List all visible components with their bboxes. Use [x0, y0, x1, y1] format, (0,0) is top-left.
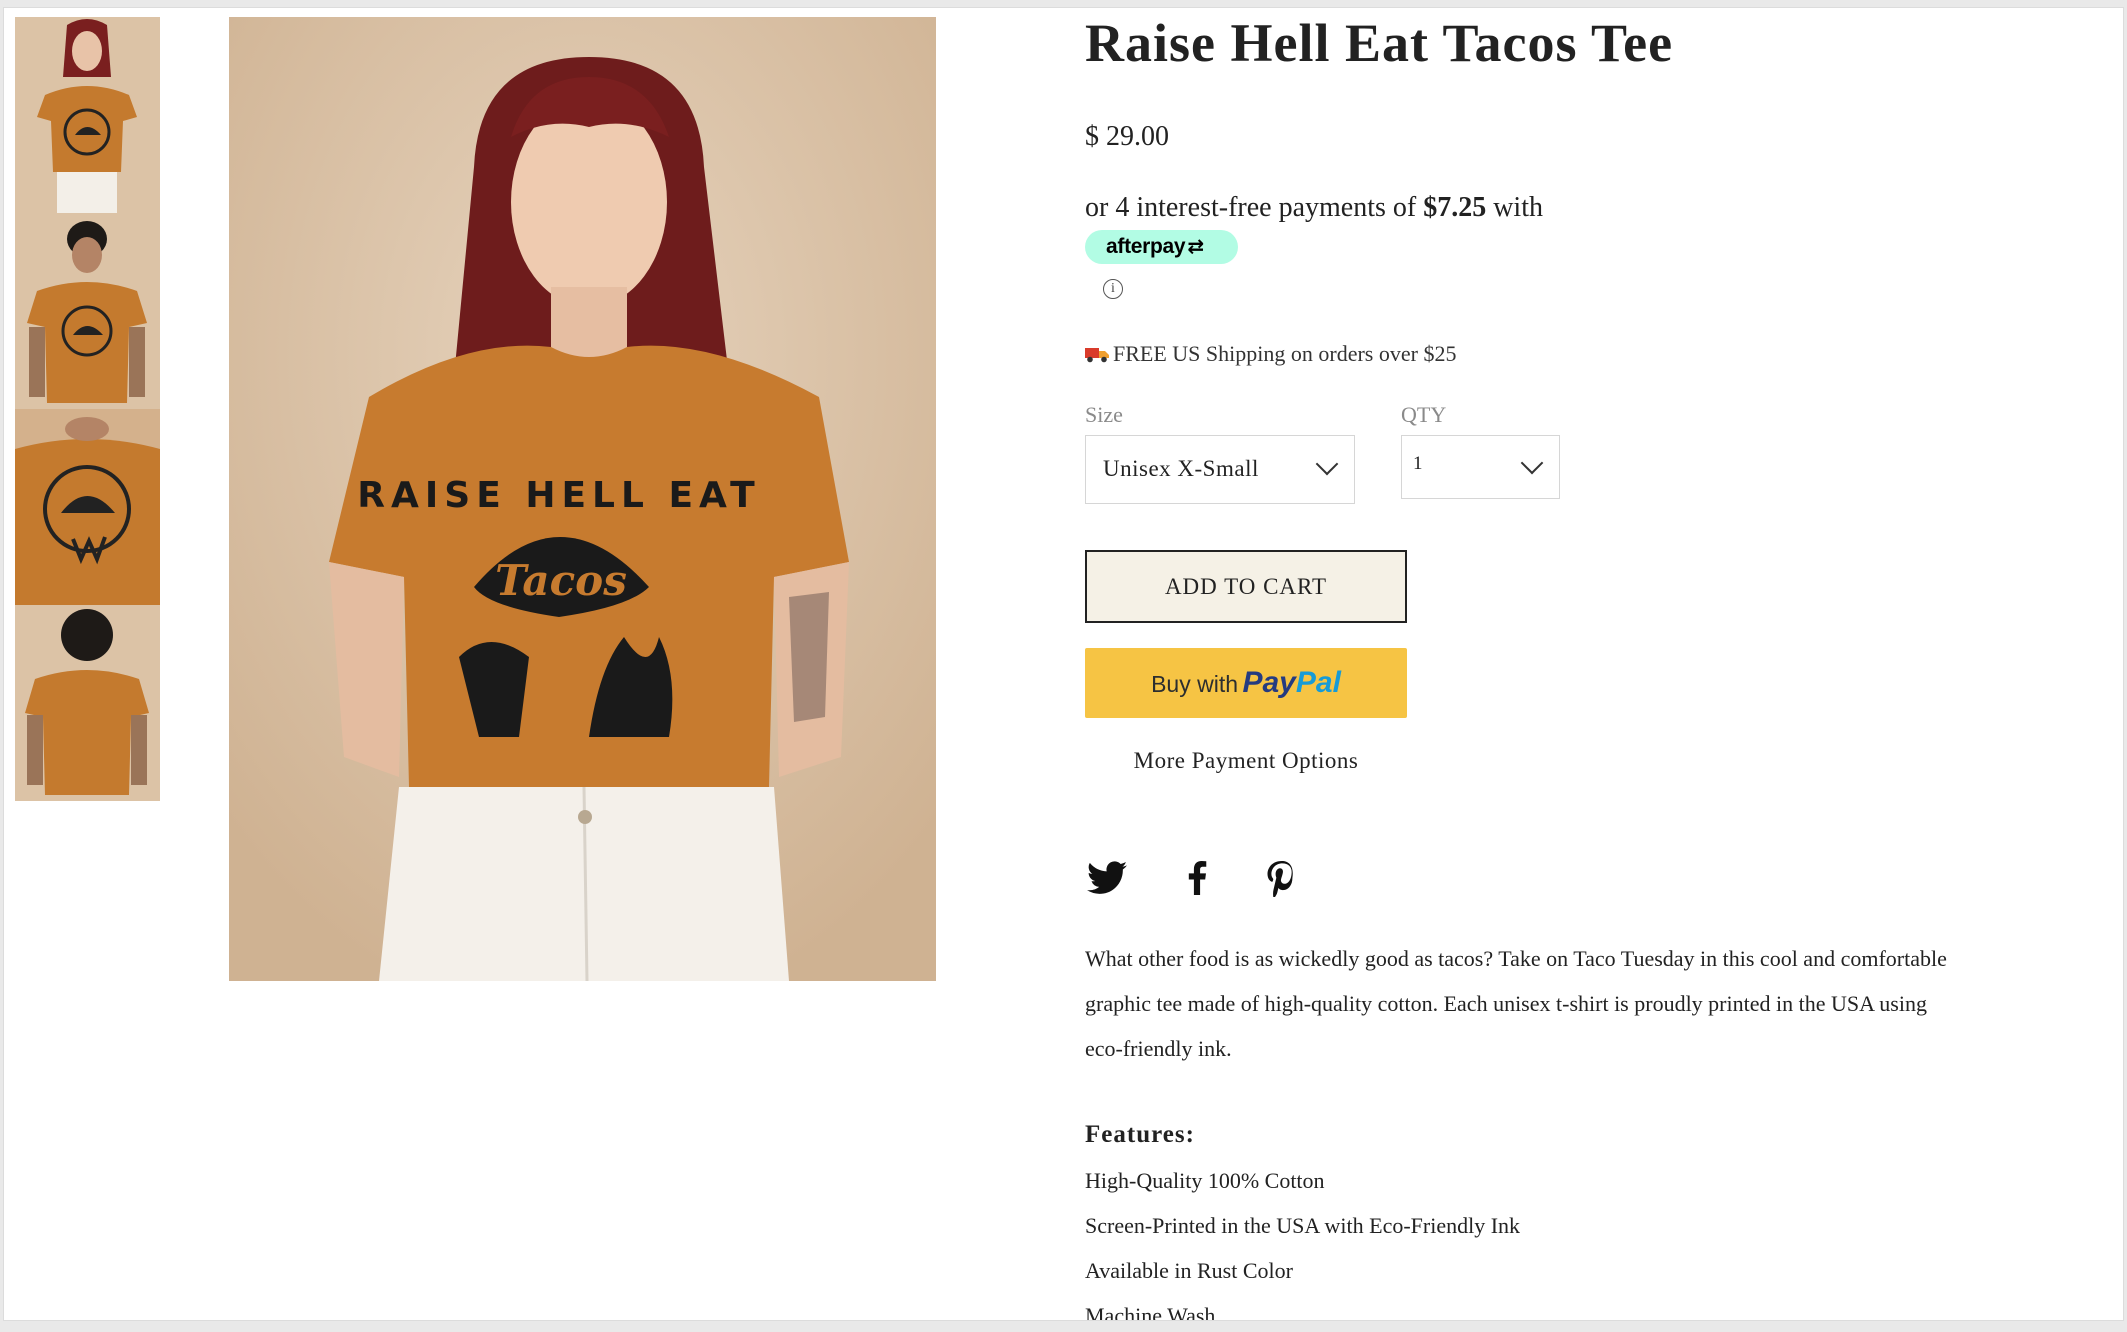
add-to-cart-button[interactable]: ADD TO CART [1085, 550, 1407, 623]
twitter-icon[interactable] [1087, 861, 1127, 895]
thumbnail-gallery [15, 17, 160, 801]
thumbnail-woman-front[interactable] [15, 17, 160, 213]
afterpay-logo-text: afterpay [1106, 235, 1186, 258]
feature-item: Available in Rust Color [1085, 1258, 1293, 1283]
paypal-logo-pal: Pal [1295, 666, 1341, 699]
feature-item: Screen-Printed in the USA with Eco-Frien… [1085, 1213, 1521, 1238]
chevron-down-icon [1315, 452, 1339, 476]
info-icon[interactable]: i [1103, 279, 1123, 299]
product-description: What other food is as wickedly good as t… [1085, 946, 1947, 1061]
thumbnail-back[interactable] [15, 605, 160, 801]
paypal-buy-with-text: Buy with [1151, 671, 1239, 697]
facebook-icon[interactable] [1186, 861, 1208, 895]
more-payment-options-link[interactable]: More Payment Options [1085, 748, 1407, 774]
qty-select[interactable]: 1 [1401, 435, 1560, 499]
main-product-photo[interactable]: RAISE HELL EAT Tacos [229, 17, 936, 981]
size-select-value: Unisex X-Small [1103, 456, 1259, 481]
qty-select-value: 1 [1413, 453, 1423, 474]
shirt-print-text: RAISE HELL EAT [357, 475, 760, 516]
afterpay-badge[interactable]: afterpay ⇄ [1085, 230, 1238, 264]
paypal-button[interactable]: Buy with PayPal [1085, 648, 1407, 718]
page-frame: RAISE HELL EAT Tacos Raise Hell Eat Taco… [3, 7, 2124, 1321]
features-heading: Features: [1085, 1121, 1195, 1148]
size-label: Size [1085, 402, 1123, 427]
shirt-print-logo: Tacos [495, 556, 627, 605]
product-title: Raise Hell Eat Tacos Tee [1085, 13, 1674, 73]
product-price: $ 29.00 [1085, 121, 1169, 152]
features-list: High-Quality 100% Cotton Screen-Printed … [1085, 1158, 1521, 1321]
afterpay-text-after: with [1486, 192, 1543, 223]
chevron-down-icon [1520, 451, 1544, 475]
qty-label: QTY [1401, 402, 1447, 427]
afterpay-text-before: or 4 interest-free payments of [1085, 192, 1424, 223]
afterpay-message: or 4 interest-free payments of $7.25 wit… [1085, 192, 1543, 224]
afterpay-amount: $7.25 [1423, 192, 1487, 223]
thumbnail-shirt-closeup[interactable] [15, 409, 160, 605]
truck-icon [1085, 348, 1109, 363]
thumbnail-man-front[interactable] [15, 213, 160, 409]
paypal-logo-pay: Pay [1242, 666, 1296, 699]
shipping-text: FREE US Shipping on orders over $25 [1113, 341, 1457, 366]
shipping-notice: FREE US Shipping on orders over $25 [1085, 341, 1456, 367]
feature-item: Machine Wash [1085, 1303, 1216, 1321]
afterpay-arrows-icon: ⇄ [1187, 236, 1204, 258]
pinterest-icon[interactable] [1267, 861, 1295, 897]
feature-item: High-Quality 100% Cotton [1085, 1168, 1325, 1193]
size-select[interactable]: Unisex X-Small [1085, 435, 1355, 504]
